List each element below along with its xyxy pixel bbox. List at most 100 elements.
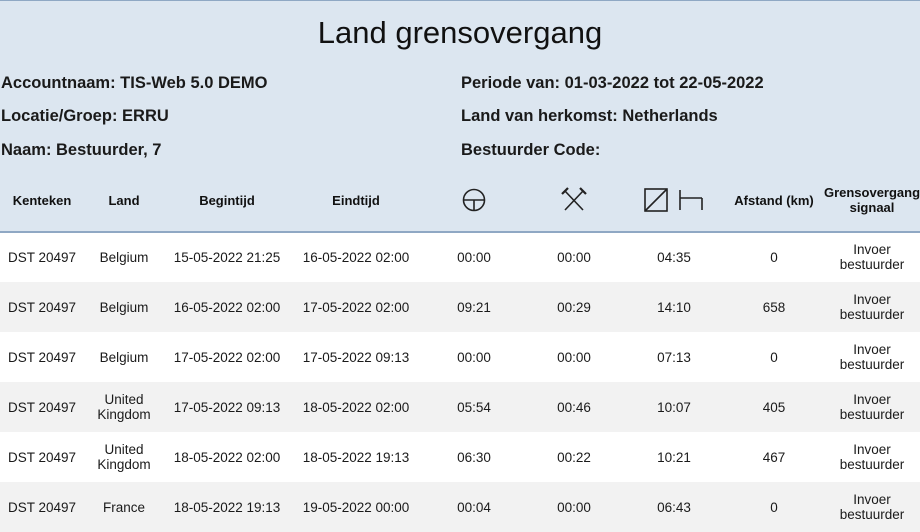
cell-start: 17-05-2022 09:13 xyxy=(173,399,281,415)
cell-signal-line2: bestuurder xyxy=(839,307,905,322)
cell-country: United Kingdom xyxy=(84,432,164,482)
cell-signal-line1: Invoer xyxy=(853,492,891,507)
cell-drive: 00:00 xyxy=(457,349,491,365)
cell-country: France xyxy=(84,482,164,532)
cell-start: 15-05-2022 21:25 xyxy=(173,249,281,265)
cell-drive: 06:30 xyxy=(457,449,491,465)
cell-end: 19-05-2022 00:00 xyxy=(302,499,410,515)
column-header-work xyxy=(524,179,624,221)
period: Periode van: 01-03-2022 tot 22-05-2022 xyxy=(461,74,764,92)
cell-work: 00:00 xyxy=(557,249,591,265)
steering-wheel-icon xyxy=(462,188,486,212)
table-row: DST 20497 United Kingdom 18-05-2022 02:00 18… xyxy=(0,432,920,482)
cell-signal-line2: bestuurder xyxy=(839,457,905,472)
cell-country: Belgium xyxy=(84,282,164,332)
cell-signal-line2: bestuurder xyxy=(839,507,905,522)
cell-work: 00:29 xyxy=(557,299,591,315)
cell-country: Belgium xyxy=(84,232,164,282)
cell-rest: 07:13 xyxy=(657,349,691,365)
cell-distance: 0 xyxy=(770,349,778,365)
table-row: DST 20497 Belgium 16-05-2022 02:00 17-05-20… xyxy=(0,282,920,332)
cell-country-line1: United xyxy=(104,392,144,407)
column-header-start: Begintijd xyxy=(199,192,255,208)
column-header-end: Eindtijd xyxy=(332,192,380,208)
column-header-signal-line2: signaal xyxy=(849,200,895,215)
cell-work: 00:22 xyxy=(557,449,591,465)
location-group: Locatie/Groep: ERRU xyxy=(1,107,169,125)
cell-drive: 00:04 xyxy=(457,499,491,515)
cell-signal-line1: Invoer xyxy=(853,342,891,357)
column-header-rest xyxy=(624,179,724,221)
driver-name: Naam: Bestuurder, 7 xyxy=(1,141,162,159)
crossed-hammers-icon xyxy=(561,187,587,211)
column-header-distance: Afstand (km) xyxy=(734,192,814,208)
cell-country-line1: France xyxy=(102,499,146,515)
cell-rest: 06:43 xyxy=(657,499,691,515)
cell-drive: 09:21 xyxy=(457,299,491,315)
cell-signal-line1: Invoer xyxy=(853,442,891,457)
cell-plate: DST 20497 xyxy=(7,349,77,365)
cell-end: 18-05-2022 02:00 xyxy=(302,399,410,415)
cell-signal: Invoer bestuurder xyxy=(824,232,920,282)
cell-end: 17-05-2022 02:00 xyxy=(302,299,410,315)
table-row: DST 20497 United Kingdom 17-05-2022 09:13 18… xyxy=(0,382,920,432)
report-header: Land grensovergang Accountnaam: TIS-Web … xyxy=(0,0,920,233)
table-row: DST 20497 Belgium 17-05-2022 02:00 17-05-20… xyxy=(0,332,920,382)
cell-distance: 0 xyxy=(770,499,778,515)
cell-start: 16-05-2022 02:00 xyxy=(173,299,281,315)
cell-drive: 05:54 xyxy=(457,399,491,415)
cell-signal: Invoer bestuurder xyxy=(824,482,920,532)
cell-end: 17-05-2022 09:13 xyxy=(302,349,410,365)
cell-signal-line2: bestuurder xyxy=(839,257,905,272)
cell-country-line1: United xyxy=(104,442,144,457)
cell-country: United Kingdom xyxy=(84,382,164,432)
column-header-plate: Kenteken xyxy=(12,192,72,208)
bed-icon xyxy=(679,190,703,210)
country-of-origin: Land van herkomst: Netherlands xyxy=(461,107,718,125)
cell-plate: DST 20497 xyxy=(7,399,77,415)
availability-icon xyxy=(644,188,668,212)
cell-country-line2: Kingdom xyxy=(97,407,151,422)
cell-country-line1: Belgium xyxy=(99,249,149,265)
cell-end: 16-05-2022 02:00 xyxy=(302,249,410,265)
cell-distance: 405 xyxy=(762,399,786,415)
cell-start: 18-05-2022 19:13 xyxy=(173,499,281,515)
cell-signal-line1: Invoer xyxy=(853,292,891,307)
cell-start: 17-05-2022 02:00 xyxy=(173,349,281,365)
cell-plate: DST 20497 xyxy=(7,499,77,515)
column-header-country: Land xyxy=(108,192,140,208)
report-title: Land grensovergang xyxy=(317,15,603,50)
cell-signal: Invoer bestuurder xyxy=(824,332,920,382)
cell-signal-line2: bestuurder xyxy=(839,357,905,372)
cell-country-line2: Kingdom xyxy=(97,457,151,472)
cell-signal-line2: bestuurder xyxy=(839,407,905,422)
cell-plate: DST 20497 xyxy=(7,449,77,465)
cell-country-line1: Belgium xyxy=(99,349,149,365)
cell-work: 00:46 xyxy=(557,399,591,415)
column-header-signal-line1: Grensovergang xyxy=(823,185,920,200)
cell-plate: DST 20497 xyxy=(7,299,77,315)
cell-rest: 04:35 xyxy=(657,249,691,265)
cell-rest: 10:07 xyxy=(657,399,691,415)
cell-rest: 10:21 xyxy=(657,449,691,465)
cell-plate: DST 20497 xyxy=(7,249,77,265)
cell-signal-line1: Invoer xyxy=(853,242,891,257)
cell-work: 00:00 xyxy=(557,499,591,515)
account-name: Accountnaam: TIS-Web 5.0 DEMO xyxy=(1,74,268,92)
cell-work: 00:00 xyxy=(557,349,591,365)
cell-rest: 14:10 xyxy=(657,299,691,315)
cell-drive: 00:00 xyxy=(457,249,491,265)
driver-code: Bestuurder Code: xyxy=(461,141,601,159)
table-row: DST 20497 France 18-05-2022 19:13 19-05-202… xyxy=(0,482,920,532)
cell-country: Belgium xyxy=(84,332,164,382)
column-header-drive xyxy=(424,179,524,221)
cell-distance: 0 xyxy=(770,249,778,265)
cell-country-line1: Belgium xyxy=(99,299,149,315)
cell-signal: Invoer bestuurder xyxy=(824,432,920,482)
cell-signal: Invoer bestuurder xyxy=(824,382,920,432)
cell-end: 18-05-2022 19:13 xyxy=(302,449,410,465)
cell-signal: Invoer bestuurder xyxy=(824,282,920,332)
cell-distance: 658 xyxy=(762,299,786,315)
column-header-signal: Grensovergang signaal xyxy=(824,179,920,221)
cell-signal-line1: Invoer xyxy=(853,392,891,407)
